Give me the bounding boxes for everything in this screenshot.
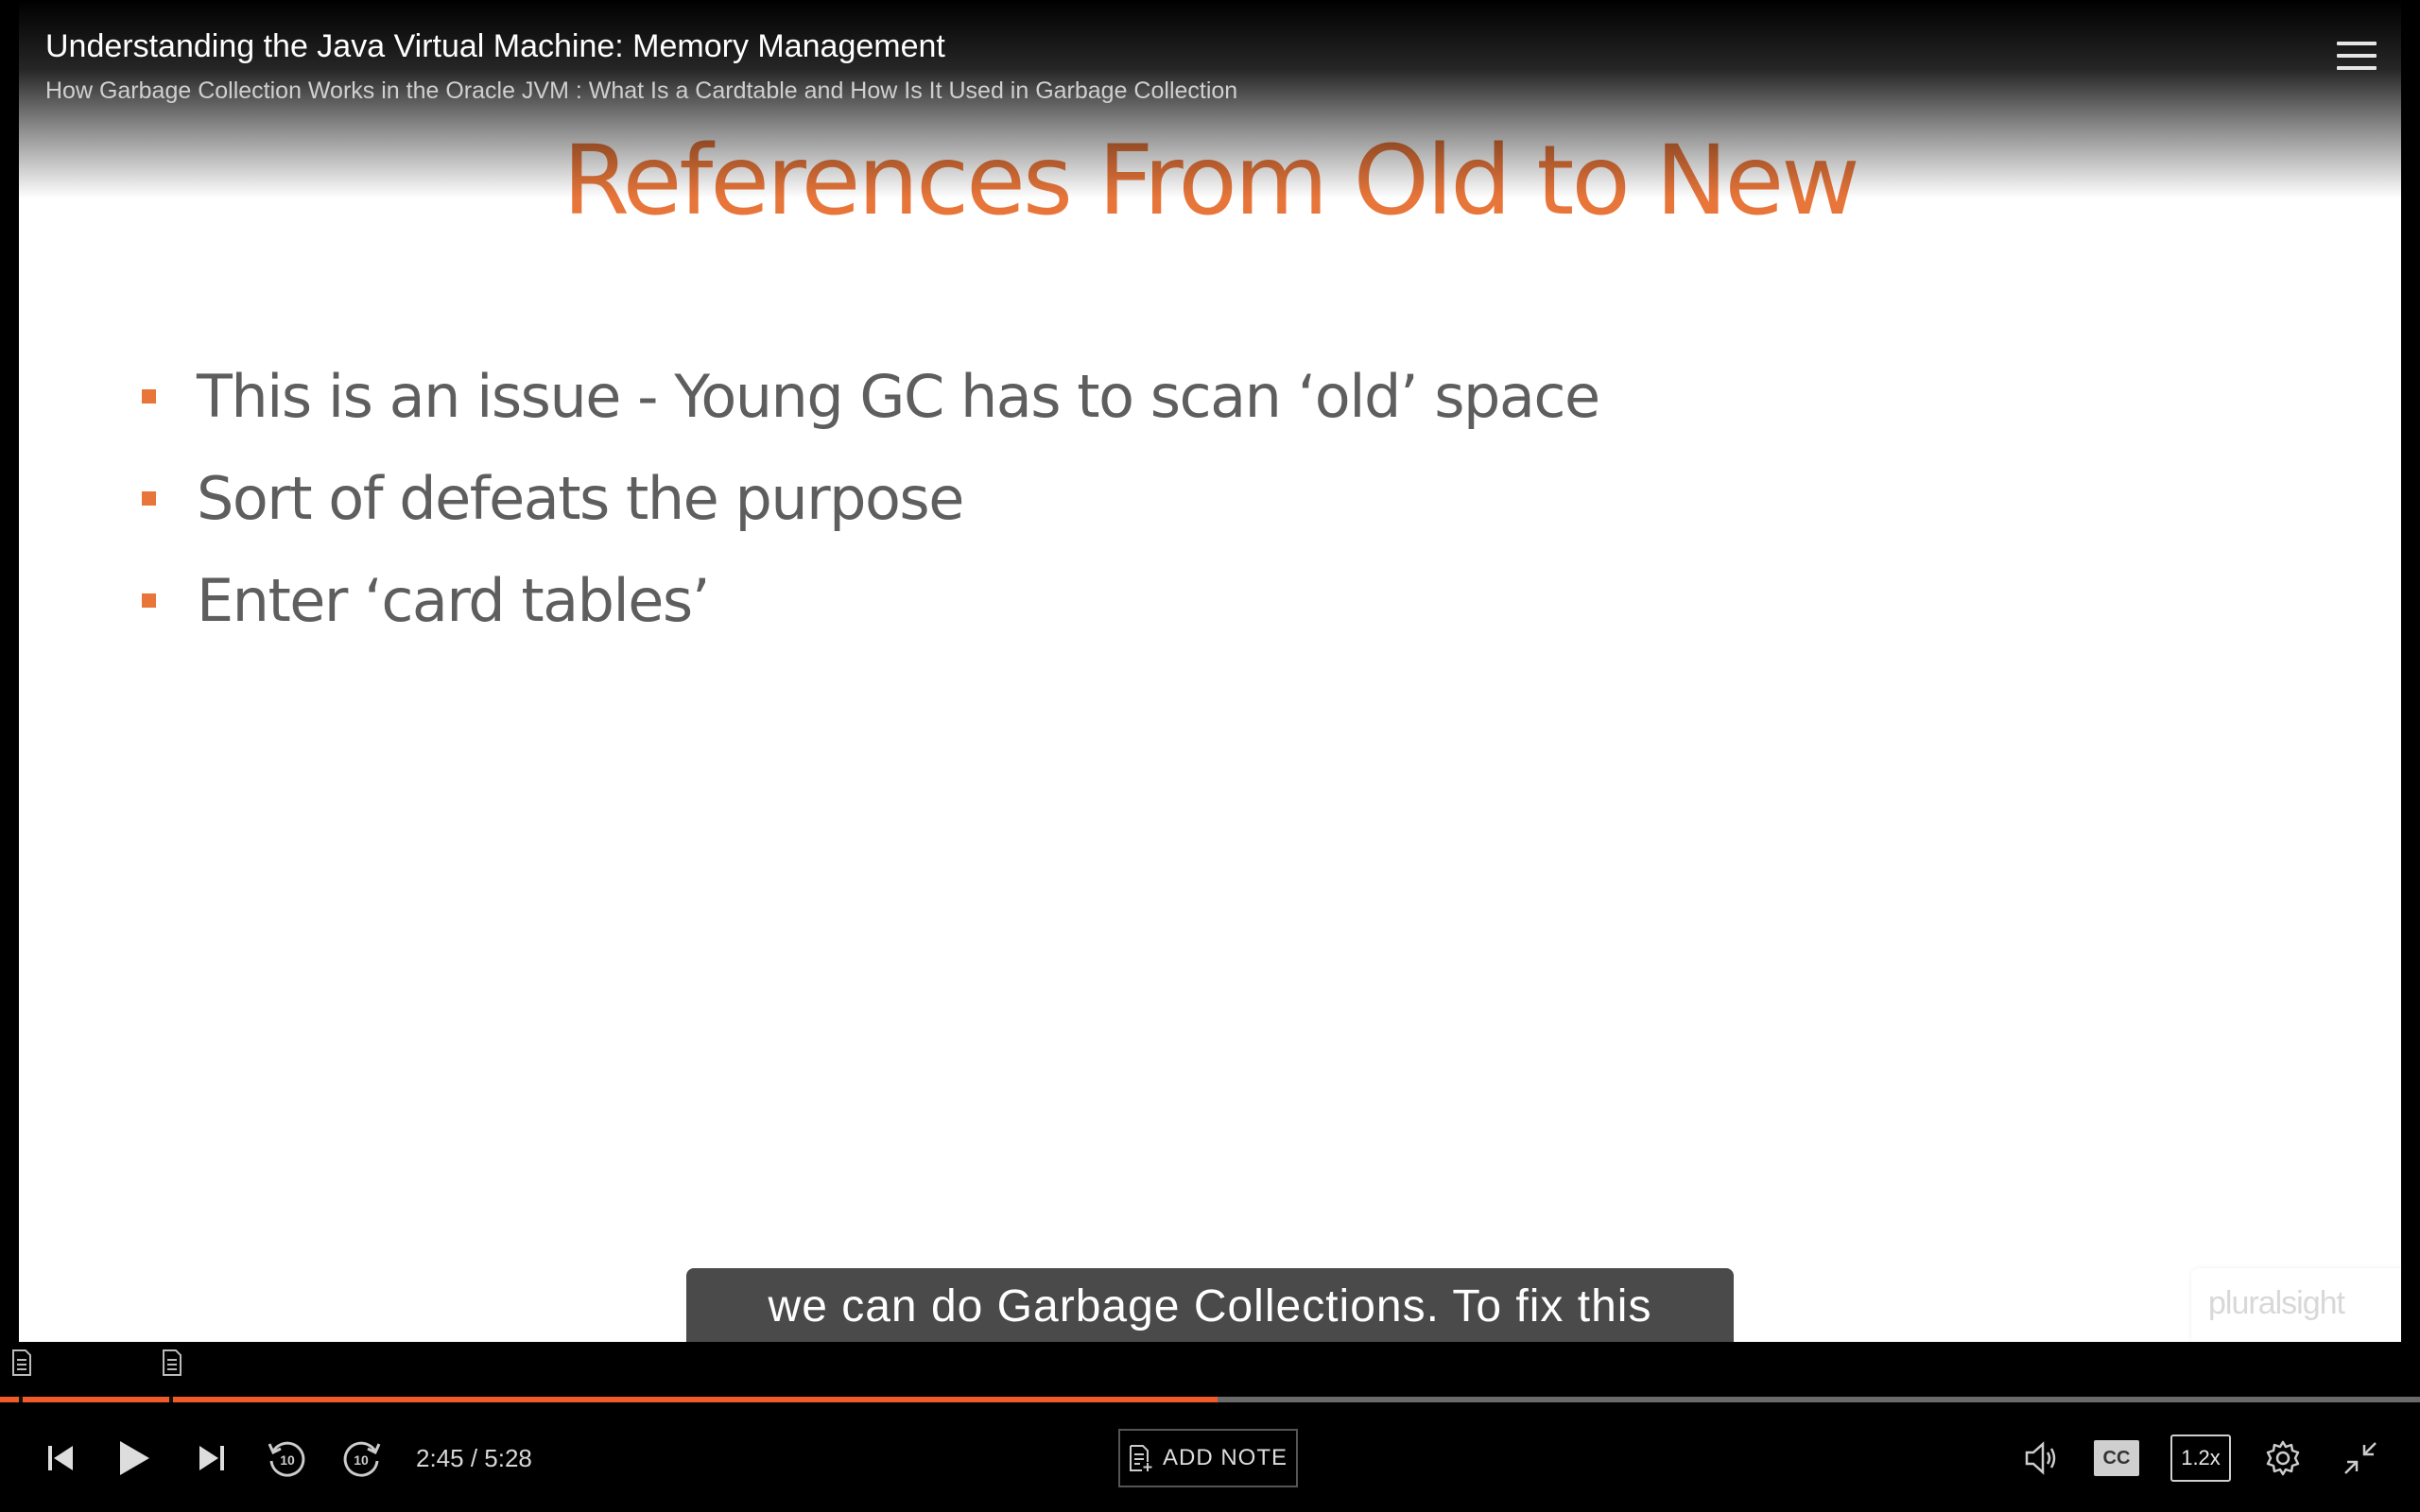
next-button[interactable] [195,1442,229,1474]
rewind-seconds-label: 10 [280,1452,295,1468]
module-title: How Garbage Collection Works in the Orac… [45,77,1238,104]
play-button[interactable] [115,1438,153,1478]
next-icon [199,1446,224,1470]
video-frame[interactable]: References From Old to New This is an is… [19,0,2401,1342]
volume-icon [2025,1441,2056,1475]
slide-bullet-text: This is an issue - Young GC has to scan … [197,361,1600,431]
rewind-10-button[interactable]: 10 [265,1438,308,1480]
closed-caption: we can do Garbage Collections. To fix th… [686,1268,1734,1342]
playback-speed-button[interactable]: 1.2x [2170,1435,2231,1482]
progress-fill [0,1397,1218,1402]
slide-bullet: Sort of defeats the purpose [142,447,1599,549]
course-title: Understanding the Java Virtual Machine: … [45,28,945,64]
bullet-square-icon [142,490,156,506]
forward-10-icon: 10 [343,1441,381,1477]
exit-fullscreen-icon [2344,1442,2377,1474]
slide-bullet-text: Enter ‘card tables’ [197,565,710,635]
slide-bullet: This is an issue - Young GC has to scan … [142,345,1600,447]
progress-note-notch [169,1397,173,1402]
exit-fullscreen-button[interactable] [2342,1440,2378,1476]
hamburger-menu-icon[interactable] [2337,42,2377,72]
volume-button[interactable] [2023,1440,2061,1476]
pluralsight-watermark: pluralsight [2191,1268,2401,1342]
add-note-button[interactable]: ADD NOTE [1118,1429,1298,1487]
closed-captions-button[interactable]: CC [2094,1440,2139,1476]
slide-bullet: Enter ‘card tables’ [142,549,1599,651]
settings-icon [2266,1440,2300,1476]
slide-bullet-text: Sort of defeats the purpose [197,463,964,533]
settings-button[interactable] [2263,1438,2303,1478]
bullet-square-icon [142,388,156,404]
previous-icon [48,1446,73,1470]
note-marker-icon[interactable] [11,1349,32,1376]
bullet-square-icon [142,593,156,608]
progress-note-notch [19,1397,23,1402]
forward-10-button[interactable]: 10 [340,1438,384,1480]
rewind-10-icon: 10 [268,1441,305,1477]
add-note-label: ADD NOTE [1162,1445,1288,1470]
slide-title: References From Old to New [562,125,1859,237]
watermark-text: pluralsight [2208,1285,2345,1321]
note-marker-icon[interactable] [162,1349,182,1376]
progress-bar[interactable] [0,1397,2420,1402]
play-icon [120,1441,149,1475]
forward-seconds-label: 10 [354,1452,369,1468]
previous-button[interactable] [43,1442,78,1474]
add-note-icon [1129,1445,1152,1471]
time-display: 2:45 / 5:28 [416,1444,532,1472]
slide-bullet-list: This is an issue - Young GC has to scan … [142,345,1600,651]
